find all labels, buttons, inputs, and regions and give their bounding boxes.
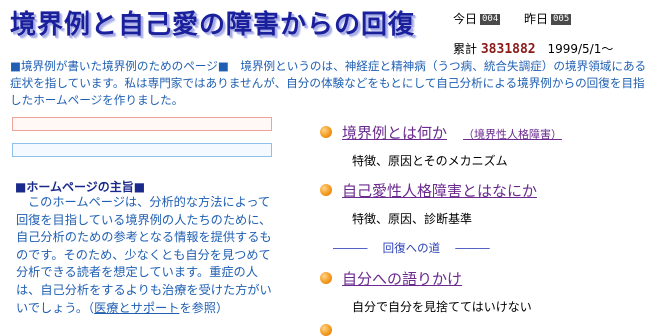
purpose-suffix: を参照） (179, 300, 229, 315)
purpose-heading: ■ホームページの主旨■ (15, 180, 146, 194)
orange-bullet-icon (320, 126, 332, 138)
yesterday-counter: 昨日 005 (524, 10, 572, 27)
site-title: 境界例と自己愛の障害からの回復 (10, 10, 416, 40)
blue-banner-box (12, 143, 272, 157)
orange-bullet-icon (320, 324, 332, 336)
orange-bullet-icon (320, 184, 332, 196)
support-link[interactable]: 医療とサポート (94, 301, 179, 315)
today-count: 004 (480, 14, 501, 25)
total-count: 3831882 (480, 42, 536, 57)
yesterday-count: 005 (551, 14, 572, 25)
yesterday-label: 昨日 (524, 12, 549, 26)
menu-sub-narcissism: 特徴、原因、診断基準 (352, 212, 473, 226)
menu-sub-borderline: 特徴、原因とそのメカニズム (352, 154, 508, 168)
since-date: 1999/5/1～ (547, 42, 614, 56)
menu-link-borderline[interactable]: 境界例とは何か （境界性人格障害） (342, 122, 562, 143)
recovery-divider: ――― 回復への道 ――― (333, 241, 490, 255)
pink-banner-box (12, 117, 272, 131)
menu-link-borderline-note: （境界性人格障害） (463, 128, 563, 141)
intro-text: ■境界例が書いた境界例のためのページ■ 境界例というのは、神経症と精神病（うつ病… (10, 59, 647, 107)
total-counter: 累計 3831882 1999/5/1～ (453, 40, 613, 57)
today-label: 今日 (453, 12, 478, 26)
menu-link-self-talk[interactable]: 自分への語りかけ (342, 268, 462, 289)
menu-link-narcissism[interactable]: 自己愛性人格障害とはなにか (342, 180, 537, 201)
orange-bullet-icon (320, 272, 332, 284)
purpose-text: このホームページは、分析的な方法によって回復を目指している境界例の人たちのために… (16, 195, 272, 315)
total-label: 累計 (453, 42, 478, 56)
today-counter: 今日 004 (453, 10, 501, 27)
menu-sub-self-talk: 自分で自分を見捨ててはいけない (352, 300, 532, 314)
purpose-body: このホームページは、分析的な方法によって回復を目指している境界例の人たちのために… (16, 194, 272, 317)
menu-link-borderline-label: 境界例とは何か (342, 124, 448, 142)
